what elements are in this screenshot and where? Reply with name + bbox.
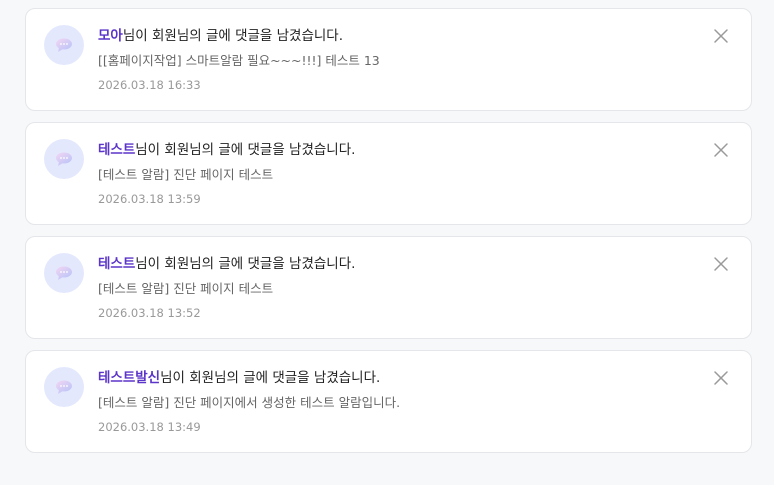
sender-name: 모아 (98, 28, 123, 44)
comment-message: [테스트 알람] 진단 페이지 테스트 (98, 167, 274, 182)
speech-bubble-icon (56, 152, 72, 166)
notification-title: 테스트님이 회원님의 글에 댓글을 남겼습니다. (98, 254, 355, 274)
close-icon[interactable] (713, 370, 729, 386)
close-icon[interactable] (713, 28, 729, 44)
timestamp: 2026.03.18 16:33 (98, 78, 201, 92)
notification-title: 모아님이 회원님의 글에 댓글을 남겼습니다. (98, 26, 343, 46)
comment-message: [테스트 알람] 진단 페이지에서 생성한 테스트 알람입니다. (98, 395, 401, 410)
sender-name: 테스트 (98, 256, 136, 272)
notification-card[interactable]: 테스트님이 회원님의 글에 댓글을 남겼습니다. [테스트 알람] 진단 페이지… (25, 236, 752, 339)
avatar (44, 367, 84, 407)
timestamp: 2026.03.18 13:59 (98, 192, 201, 206)
notification-title: 테스트님이 회원님의 글에 댓글을 남겼습니다. (98, 140, 355, 160)
avatar (44, 139, 84, 179)
action-text: 님이 회원님의 글에 댓글을 남겼습니다. (122, 28, 344, 44)
timestamp: 2026.03.18 13:49 (98, 420, 201, 434)
notification-card[interactable]: 테스트발신님이 회원님의 글에 댓글을 남겼습니다. [테스트 알람] 진단 페… (25, 350, 752, 453)
action-text: 님이 회원님의 글에 댓글을 남겼습니다. (160, 370, 381, 386)
comment-message: [[홈페이지작업] 스마트알람 필요~~~!!!] 테스트 13 (98, 53, 380, 68)
timestamp: 2026.03.18 13:52 (98, 306, 201, 320)
sender-name: 테스트 (98, 142, 136, 158)
notification-title: 테스트발신님이 회원님의 글에 댓글을 남겼습니다. (98, 368, 380, 388)
avatar (44, 25, 84, 65)
speech-bubble-icon (56, 266, 72, 280)
close-icon[interactable] (713, 256, 729, 272)
notification-card[interactable]: 테스트님이 회원님의 글에 댓글을 남겼습니다. [테스트 알람] 진단 페이지… (25, 122, 752, 225)
comment-message: [테스트 알람] 진단 페이지 테스트 (98, 281, 274, 296)
action-text: 님이 회원님의 글에 댓글을 남겼습니다. (135, 142, 356, 158)
speech-bubble-icon (56, 380, 72, 394)
notification-card[interactable]: 모아님이 회원님의 글에 댓글을 남겼습니다. [[홈페이지작업] 스마트알람 … (25, 8, 752, 111)
action-text: 님이 회원님의 글에 댓글을 남겼습니다. (135, 256, 356, 272)
speech-bubble-icon (56, 38, 72, 52)
close-icon[interactable] (713, 142, 729, 158)
notification-list: 모아님이 회원님의 글에 댓글을 남겼습니다. [[홈페이지작업] 스마트알람 … (0, 0, 774, 485)
avatar (44, 253, 84, 293)
sender-name: 테스트발신 (98, 370, 161, 386)
